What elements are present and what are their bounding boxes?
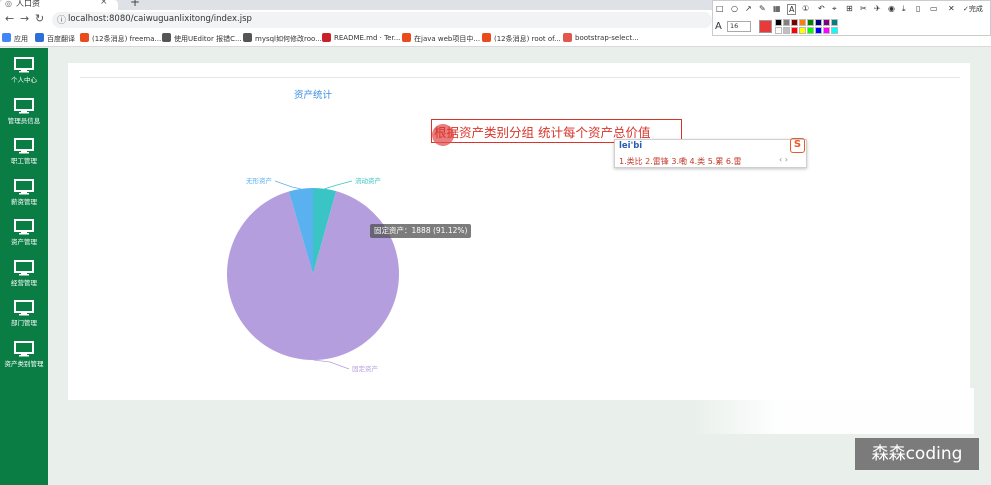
- save-icon[interactable]: ▭: [930, 4, 938, 13]
- palette-swatch[interactable]: [831, 27, 838, 34]
- slice-label: 无形资产: [246, 176, 273, 185]
- palette-swatch[interactable]: [783, 19, 790, 26]
- slice-label: 固定资产: [352, 364, 379, 373]
- ellipse-tool-icon[interactable]: ○: [731, 4, 738, 13]
- slice-leader-line: [313, 359, 350, 370]
- rectangle-tool-icon[interactable]: □: [716, 4, 724, 13]
- undo-icon[interactable]: ↶: [818, 4, 825, 13]
- fade-overlay: [694, 388, 974, 434]
- palette-swatch[interactable]: [783, 27, 790, 34]
- number-tool-icon[interactable]: ①: [802, 4, 809, 13]
- pen-tool-icon[interactable]: ✎: [759, 4, 766, 13]
- pin-to-screen-icon[interactable]: ✈: [874, 4, 881, 13]
- mobile-icon[interactable]: ▯: [916, 4, 920, 13]
- record-icon[interactable]: ◉: [888, 4, 895, 13]
- ime-input-text: lei'bi: [619, 141, 643, 151]
- palette-swatch[interactable]: [791, 27, 798, 34]
- palette-swatch[interactable]: [775, 27, 782, 34]
- slice-leader-line: [324, 180, 353, 190]
- watermark: 森森coding: [855, 438, 979, 470]
- grid-tool-icon[interactable]: ⊞: [846, 4, 853, 13]
- mosaic-tool-icon[interactable]: ▦: [773, 4, 781, 13]
- arrow-tool-icon[interactable]: ↗: [745, 4, 752, 13]
- finish-label: 完成: [968, 5, 983, 13]
- palette-swatch[interactable]: [775, 19, 782, 26]
- palette-swatch[interactable]: [823, 19, 830, 26]
- palette-swatch[interactable]: [799, 27, 806, 34]
- palette-swatch[interactable]: [815, 27, 822, 34]
- palette-swatch[interactable]: [815, 19, 822, 26]
- palette-swatch[interactable]: [823, 27, 830, 34]
- ime-page-nav[interactable]: ‹ ›: [779, 155, 788, 164]
- font-size-select[interactable]: 16: [727, 21, 751, 32]
- crop-icon[interactable]: ✂: [860, 4, 867, 13]
- chart-tooltip: 固定资产：1888 (91.12%): [370, 224, 472, 238]
- current-color-swatch[interactable]: [759, 20, 772, 33]
- slice-leader-line: [274, 180, 301, 190]
- palette-swatch[interactable]: [807, 27, 814, 34]
- slice-label: 流动资产: [355, 176, 382, 185]
- sogou-logo-icon: S: [790, 138, 805, 153]
- pin-icon[interactable]: ⌖: [832, 4, 837, 14]
- finish-button[interactable]: ✓完成: [963, 4, 983, 14]
- palette-swatch[interactable]: [799, 19, 806, 26]
- font-icon: A: [715, 21, 722, 32]
- cancel-icon[interactable]: ✕: [948, 4, 955, 13]
- palette-swatch[interactable]: [791, 19, 798, 26]
- palette-swatch[interactable]: [831, 19, 838, 26]
- palette-swatch[interactable]: [807, 19, 814, 26]
- ime-candidates[interactable]: 1.类比 2.雷锋 3.嘞 4.类 5.累 6.雷: [619, 156, 742, 167]
- text-tool-icon[interactable]: A: [787, 4, 797, 15]
- download-icon[interactable]: ⤓: [902, 4, 906, 14]
